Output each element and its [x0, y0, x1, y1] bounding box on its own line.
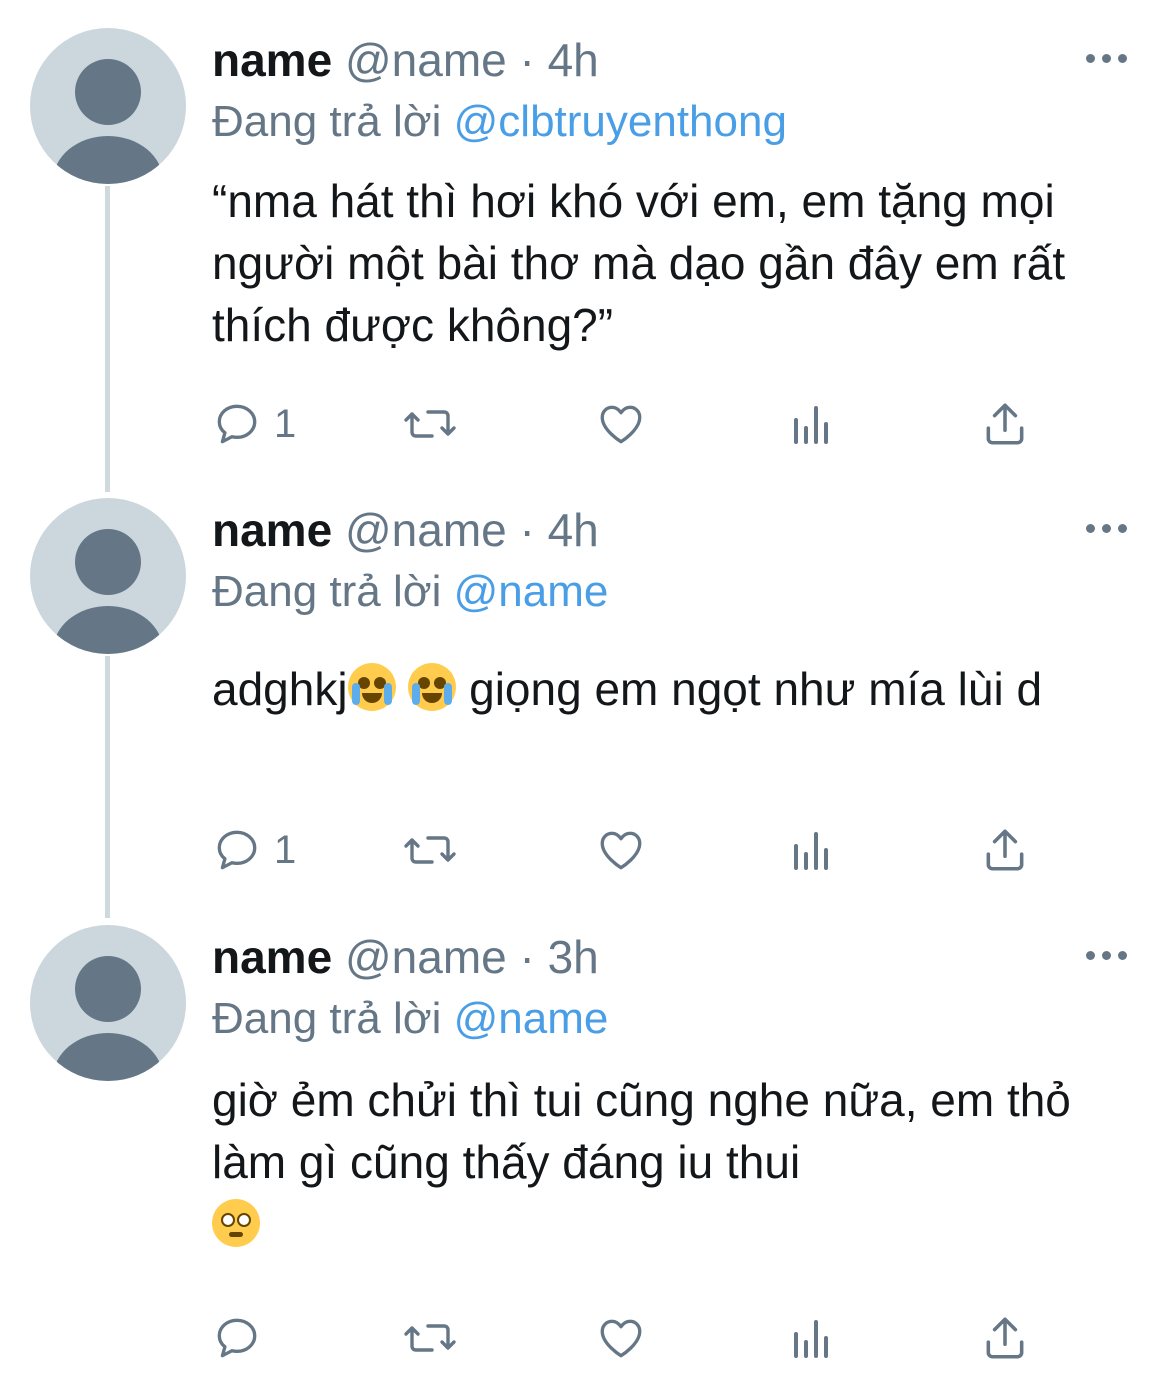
analytics-button[interactable] — [790, 398, 834, 450]
more-icon[interactable] — [1086, 524, 1128, 536]
tweet[interactable]: name @name · 3h Đang trả lời @name giờ ẻ… — [0, 897, 1170, 1388]
avatar[interactable] — [30, 498, 186, 654]
mention-link[interactable]: @name — [454, 994, 609, 1043]
tweet-text-part: adghkj — [212, 663, 348, 715]
handle-and-time: @name · 3h — [344, 931, 599, 983]
analytics-button[interactable] — [790, 824, 834, 876]
reply-count: 1 — [274, 402, 297, 446]
retweet-button[interactable] — [402, 824, 458, 876]
display-name[interactable]: name — [212, 504, 332, 556]
handle-and-time: @name · 4h — [344, 504, 599, 556]
reply-icon — [217, 830, 257, 870]
share-icon — [986, 829, 1024, 871]
avatar[interactable] — [30, 28, 186, 184]
avatar[interactable] — [30, 925, 186, 1081]
share-button[interactable] — [980, 1312, 1030, 1364]
tweet-actions — [212, 1312, 1112, 1364]
share-button[interactable] — [980, 824, 1030, 876]
display-name[interactable]: name — [212, 931, 332, 983]
avatar-body-shape — [53, 1033, 163, 1081]
retweet-icon — [404, 836, 456, 864]
like-button[interactable] — [596, 824, 646, 876]
loudly-crying-face-icon — [408, 663, 457, 711]
reply-count: 1 — [274, 828, 297, 872]
like-icon — [600, 831, 642, 870]
tweet[interactable]: name @name · 4h Đang trả lời @clbtruyent… — [0, 0, 1170, 470]
avatar-head-shape — [75, 529, 141, 595]
more-icon[interactable] — [1086, 54, 1128, 66]
tweet-text-part: giờ ẻm chửi thì tui cũng nghe nữa, em th… — [212, 1074, 1071, 1188]
avatar-head-shape — [75, 956, 141, 1022]
avatar-head-shape — [75, 59, 141, 125]
reply-button[interactable] — [212, 1312, 274, 1364]
pleading-face-icon — [212, 1199, 260, 1247]
tweet-header: name @name · 3h — [212, 929, 599, 985]
loudly-crying-face-icon — [347, 663, 396, 711]
reply-button[interactable]: 1 — [212, 398, 296, 450]
tweet-text: “nma hát thì hơi khó với em, em tặng mọi… — [212, 175, 1066, 351]
reply-icon — [217, 404, 257, 444]
tweet-text: adghkj giọng em ngọt như mía lùi d — [212, 658, 1132, 720]
retweet-icon — [404, 410, 456, 438]
tweet-text: giờ ẻm chửi thì tui cũng nghe nữa, em th… — [212, 1069, 1132, 1256]
analytics-icon — [794, 1320, 828, 1358]
replying-label: Đang trả lời — [212, 994, 454, 1043]
reply-button[interactable]: 1 — [212, 824, 296, 876]
tweet-actions: 1 — [212, 824, 1112, 876]
replying-label: Đang trả lời — [212, 567, 454, 616]
avatar-body-shape — [53, 606, 163, 654]
mention-link[interactable]: @name — [454, 567, 609, 616]
like-button[interactable] — [596, 398, 646, 450]
analytics-button[interactable] — [790, 1312, 834, 1364]
reply-icon — [217, 1318, 257, 1358]
retweet-button[interactable] — [402, 398, 458, 450]
like-button[interactable] — [596, 1312, 646, 1364]
analytics-icon — [794, 406, 828, 444]
analytics-icon — [794, 832, 828, 870]
retweet-button[interactable] — [402, 1312, 458, 1364]
replying-label: Đang trả lời — [212, 97, 454, 146]
retweet-icon — [404, 1324, 456, 1352]
mention-link[interactable]: @clbtruyenthong — [454, 97, 787, 146]
tweet-actions: 1 — [212, 398, 1112, 450]
replying-to: Đang trả lời @name — [212, 989, 608, 1049]
share-button[interactable] — [980, 398, 1030, 450]
replying-to: Đang trả lời @clbtruyenthong — [212, 92, 787, 152]
handle-and-time: @name · 4h — [344, 34, 599, 86]
tweet-text-part: giọng em ngọt như mía lùi d — [456, 663, 1043, 715]
share-icon — [986, 1317, 1024, 1359]
replying-to: Đang trả lời @name — [212, 562, 608, 622]
tweet[interactable]: name @name · 4h Đang trả lời @name adghk… — [0, 470, 1170, 900]
more-icon[interactable] — [1086, 951, 1128, 963]
avatar-body-shape — [53, 136, 163, 184]
share-icon — [986, 403, 1024, 445]
like-icon — [600, 1319, 642, 1358]
tweet-header: name @name · 4h — [212, 32, 599, 88]
tweet-header: name @name · 4h — [212, 502, 599, 558]
display-name[interactable]: name — [212, 34, 332, 86]
like-icon — [600, 405, 642, 444]
